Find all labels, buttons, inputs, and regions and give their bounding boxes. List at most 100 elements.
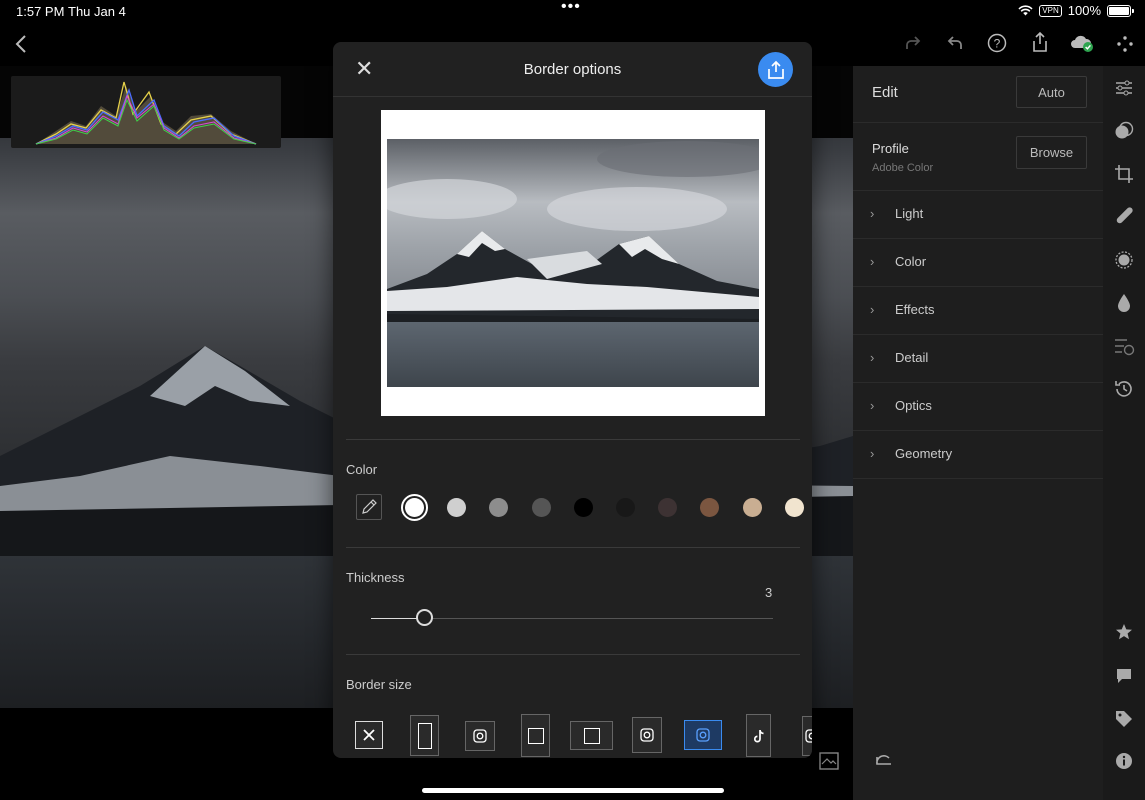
export-button[interactable] <box>758 52 793 87</box>
section-light[interactable]: › Light <box>853 190 1103 238</box>
home-indicator[interactable] <box>422 788 724 793</box>
compare-icon[interactable] <box>819 752 839 770</box>
star-icon[interactable] <box>1115 623 1133 641</box>
back-chevron-icon[interactable] <box>14 34 28 54</box>
thickness-label: Thickness <box>346 570 405 585</box>
profile-label: Profile <box>872 141 909 156</box>
instagram-icon <box>473 729 487 743</box>
chevron-right-icon: › <box>870 398 875 413</box>
border-size-tiktok[interactable] <box>746 714 771 757</box>
color-label: Color <box>346 462 378 477</box>
section-label: Color <box>895 254 927 269</box>
share-icon[interactable] <box>1030 31 1050 53</box>
info-icon[interactable] <box>1115 752 1133 770</box>
none-icon <box>363 729 375 741</box>
comment-icon[interactable] <box>1115 667 1133 685</box>
undo-icon[interactable] <box>945 35 965 53</box>
color-swatch[interactable] <box>489 498 509 517</box>
border-options-dialog: ✕ Border options Color Thickness 3 Borde… <box>333 42 812 758</box>
status-time: 1:57 PM <box>16 4 65 19</box>
section-label: Optics <box>895 398 932 413</box>
chevron-right-icon: › <box>870 206 875 221</box>
color-swatch[interactable] <box>742 498 762 517</box>
divider <box>346 439 800 440</box>
tiktok-icon <box>753 729 764 742</box>
section-label: Effects <box>895 302 935 317</box>
divider <box>346 654 800 655</box>
border-size-square[interactable] <box>465 721 495 751</box>
color-swatch[interactable] <box>658 498 678 517</box>
panel-divider <box>853 122 1103 123</box>
border-size-none[interactable] <box>355 721 383 749</box>
instagram-icon <box>640 728 654 742</box>
mask-icon[interactable] <box>1114 121 1134 141</box>
chevron-right-icon: › <box>870 446 875 461</box>
border-size-wide[interactable] <box>570 721 613 750</box>
status-bar: 1:57 PM Thu Jan 4 ••• VPN 100% <box>0 0 1145 24</box>
vpn-badge: VPN <box>1039 4 1062 17</box>
section-optics[interactable]: › Optics <box>853 382 1103 430</box>
section-effects[interactable]: › Effects <box>853 286 1103 334</box>
instagram-icon <box>805 729 812 743</box>
cloud-sync-icon[interactable] <box>1069 33 1095 53</box>
profile-value: Adobe Color <box>872 162 934 174</box>
histogram <box>11 76 281 148</box>
color-swatch[interactable] <box>616 498 635 517</box>
panel-title: Edit <box>872 84 898 101</box>
color-swatch[interactable] <box>573 498 593 517</box>
reset-icon[interactable] <box>873 752 895 770</box>
blur-icon[interactable] <box>1114 250 1134 270</box>
eyedropper-icon <box>362 499 377 514</box>
histogram-graph <box>35 81 257 145</box>
auto-button[interactable]: Auto <box>1016 76 1087 108</box>
color-swatch[interactable] <box>784 498 804 517</box>
sliders-icon[interactable] <box>1114 78 1134 98</box>
portrait-frame-icon <box>417 722 432 749</box>
border-size-more[interactable] <box>802 716 812 756</box>
svg-text:?: ? <box>994 37 1001 51</box>
eyedropper-button[interactable] <box>356 494 382 520</box>
chevron-right-icon: › <box>870 254 875 269</box>
status-date: Thu Jan 4 <box>68 4 126 19</box>
section-label: Detail <box>895 350 929 365</box>
section-detail[interactable]: › Detail <box>853 334 1103 382</box>
history-icon[interactable] <box>1114 379 1134 399</box>
preview-landscape <box>387 139 759 387</box>
help-icon[interactable]: ? <box>987 33 1007 53</box>
redo-icon[interactable] <box>903 35 923 53</box>
section-geometry[interactable]: › Geometry <box>853 430 1103 479</box>
healing-icon[interactable] <box>1114 206 1134 226</box>
preview-photo <box>387 139 759 387</box>
status-indicators: VPN 100% <box>1018 3 1134 18</box>
tool-rail <box>1103 66 1145 800</box>
section-color[interactable]: › Color <box>853 238 1103 286</box>
dialog-title: Border options <box>523 61 622 78</box>
section-label: Light <box>895 206 924 221</box>
browse-button[interactable]: Browse <box>1016 136 1087 169</box>
more-icon[interactable] <box>1116 35 1134 53</box>
square-frame-icon <box>527 727 544 744</box>
color-swatch[interactable] <box>447 498 467 517</box>
color-swatch[interactable] <box>401 494 428 521</box>
border-size-tall[interactable] <box>521 714 550 757</box>
divider <box>346 547 800 548</box>
color-mix-icon[interactable] <box>1116 293 1132 313</box>
thickness-slider-thumb[interactable] <box>416 609 433 626</box>
border-size-instagram-landscape[interactable] <box>684 720 722 750</box>
border-preview <box>381 110 765 416</box>
edit-panel: Edit Auto Profile Adobe Color Browse › L… <box>853 66 1103 800</box>
crop-icon[interactable] <box>1114 164 1134 184</box>
chevron-right-icon: › <box>870 302 875 317</box>
color-swatch[interactable] <box>700 498 720 517</box>
wifi-icon <box>1018 5 1033 16</box>
thickness-value: 3 <box>765 585 773 600</box>
border-size-portrait[interactable] <box>410 715 439 756</box>
border-size-instagram-portrait[interactable] <box>632 717 662 753</box>
tag-icon[interactable] <box>1115 710 1133 728</box>
export-icon <box>767 60 784 79</box>
presets-icon[interactable] <box>1113 336 1135 356</box>
dialog-header: ✕ Border options <box>333 42 812 97</box>
color-swatch[interactable] <box>531 498 551 517</box>
multitask-dots[interactable]: ••• <box>561 0 581 16</box>
square-frame-icon <box>583 727 600 744</box>
